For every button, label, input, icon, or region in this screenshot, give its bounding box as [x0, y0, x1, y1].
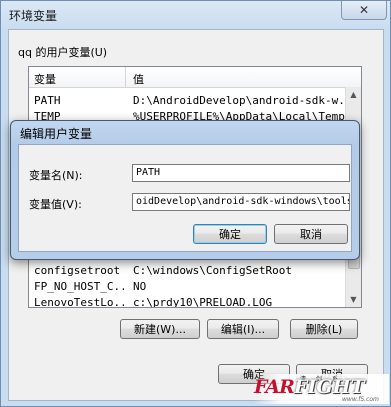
delete-variable-button[interactable]: 删除(L): [290, 319, 358, 339]
variable-value-input[interactable]: oidDevelop\android-sdk-windows\tools: [132, 193, 350, 211]
column-header-variable[interactable]: 变量: [34, 71, 56, 87]
table-row[interactable]: configsetroot C:\windows\ConfigSetRoot: [29, 263, 345, 279]
row-value: C:\windows\ConfigSetRoot: [133, 264, 292, 277]
table-row[interactable]: PATH D:\AndroidDevelop\android-sdk-w...: [29, 93, 345, 109]
watermark-logo: 清 剑 系 FAR FIGHT www.f5.com: [254, 374, 389, 404]
close-icon: ✕: [358, 3, 370, 17]
row-name: configsetroot: [34, 264, 121, 277]
scroll-down-icon[interactable]: ▼: [346, 292, 361, 307]
user-variables-label: qq 的用户变量(U): [18, 46, 108, 59]
row-name: PATH: [34, 94, 61, 107]
list-header: 变量 值: [29, 67, 361, 88]
row-name: FP_NO_HOST_C...: [34, 280, 124, 293]
watermark-far: FAR: [254, 376, 295, 398]
variable-name-label: 变量名(N):: [29, 169, 83, 182]
watermark-url: www.f5.com: [342, 396, 379, 403]
variable-value-label: 变量值(V):: [29, 198, 82, 211]
row-value: c:\prdy10\PRELOAD.LOG: [133, 296, 273, 308]
row-value: NO: [133, 280, 147, 293]
window-title: 环境变量: [9, 9, 58, 23]
close-button[interactable]: ✕: [341, 1, 387, 20]
edit-user-variable-dialog: 编辑用户变量 变量名(N): PATH 变量值(V): oidDevelop\a…: [10, 120, 360, 260]
watermark-fight: FIGHT: [294, 376, 365, 398]
row-value: D:\AndroidDevelop\android-sdk-w...: [133, 94, 345, 107]
column-divider[interactable]: [125, 67, 126, 87]
new-variable-button[interactable]: 新建(W)...: [120, 319, 200, 339]
column-header-value[interactable]: 值: [133, 71, 144, 87]
dialog-title: 编辑用户变量: [20, 127, 93, 141]
dialog-ok-button[interactable]: 确定: [193, 224, 267, 244]
scroll-up-icon[interactable]: ▲: [346, 87, 361, 102]
dialog-cancel-button[interactable]: 取消: [274, 224, 348, 244]
table-row[interactable]: FP_NO_HOST_C... NO: [29, 279, 345, 295]
variable-name-input[interactable]: PATH: [132, 164, 350, 182]
edit-variable-button[interactable]: 编辑(I)...: [207, 319, 279, 339]
row-name: LenovoTestLo...: [34, 296, 124, 308]
dialog-body: 变量名(N): PATH 变量值(V): oidDevelop\android-…: [18, 144, 352, 252]
table-row[interactable]: LenovoTestLo... c:\prdy10\PRELOAD.LOG: [29, 295, 345, 308]
